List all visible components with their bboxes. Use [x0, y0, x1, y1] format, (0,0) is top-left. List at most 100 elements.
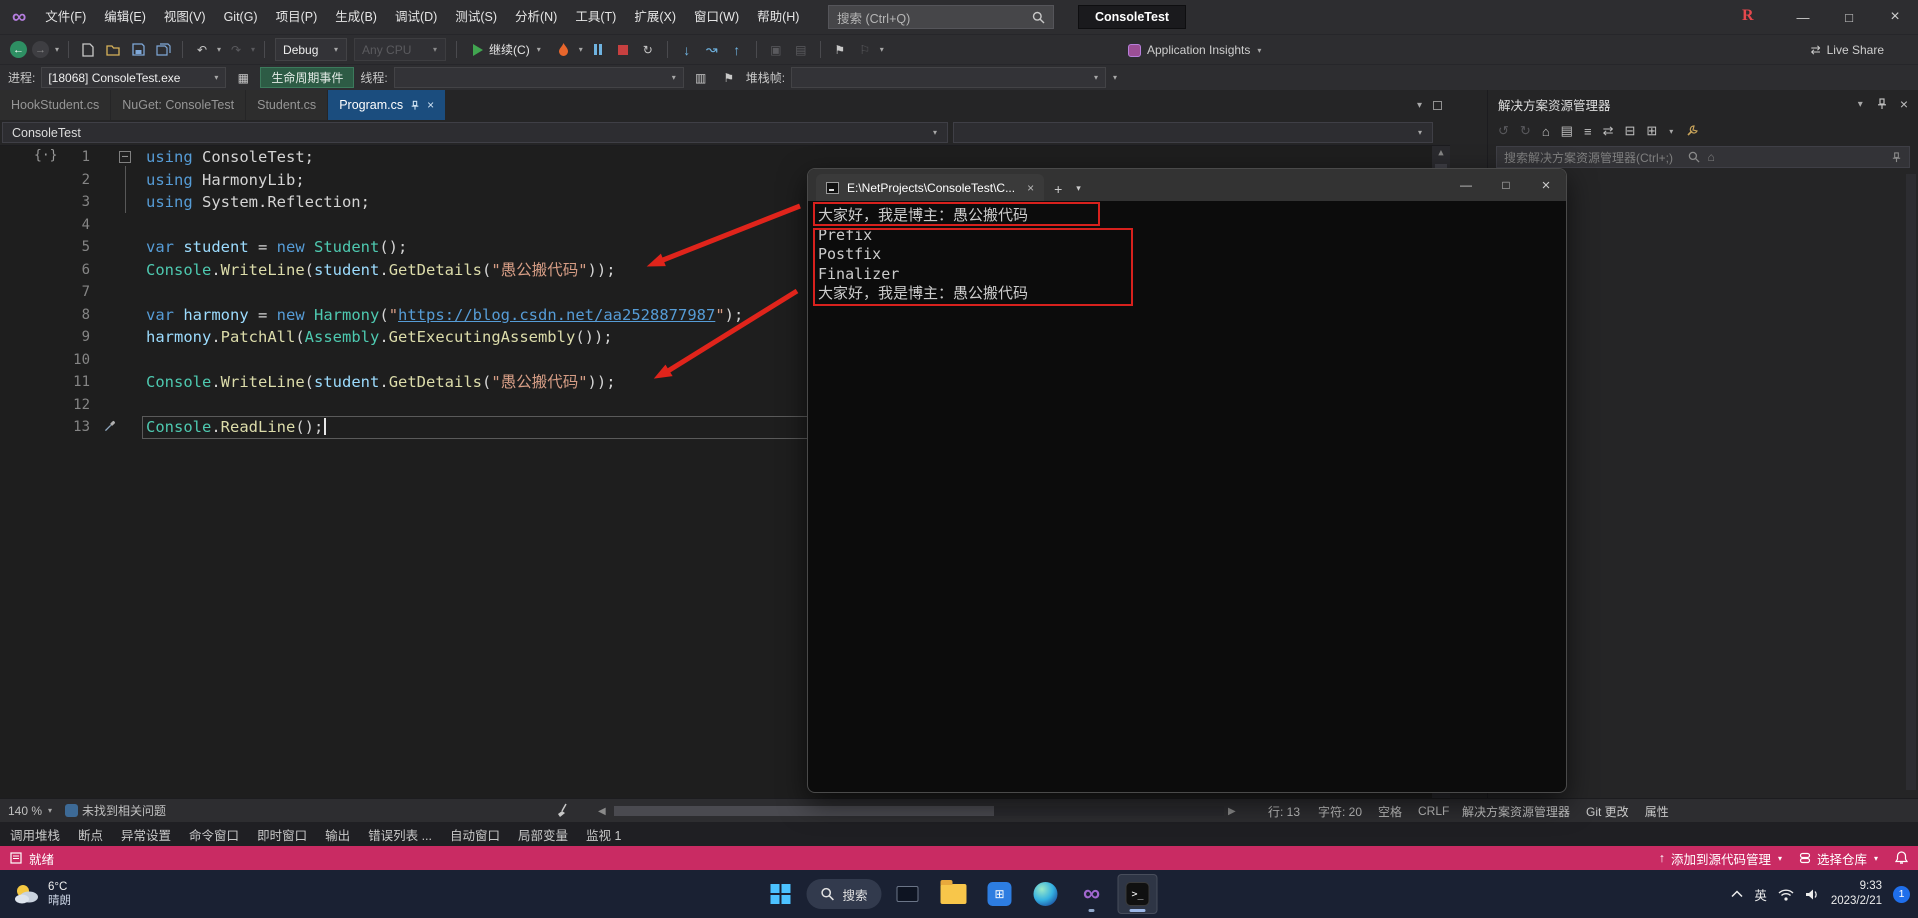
project-dropdown[interactable]: ConsoleTest ▾	[2, 122, 948, 143]
application-insights-button[interactable]: Application Insights ▾	[1128, 35, 1262, 65]
space-indicator[interactable]: 空格	[1378, 799, 1402, 823]
hscroll-right-icon[interactable]: ▶	[1228, 799, 1236, 823]
dock-tab[interactable]: 解决方案资源管理器	[1462, 803, 1570, 820]
tool-window-tab[interactable]: 监视 1	[586, 825, 621, 844]
continue-button[interactable]: 继续(C) ▾	[465, 38, 550, 62]
visual-studio-button[interactable]: ∞	[1072, 874, 1112, 914]
solution-platforms-dropdown[interactable]: Any CPU ▾	[354, 38, 447, 61]
menu-item[interactable]: 帮助(H)	[748, 0, 808, 34]
minimize-button[interactable]: —	[1780, 0, 1826, 34]
menu-item[interactable]: 项目(P)	[267, 0, 327, 34]
clock[interactable]: 9:33 2023/2/21	[1831, 879, 1882, 909]
document-health-icon[interactable]	[65, 804, 79, 817]
network-icon[interactable]	[1778, 888, 1794, 901]
tab-dropdown-icon[interactable]: ▾	[1076, 183, 1081, 194]
se-forward-icon[interactable]: ↻	[1520, 123, 1531, 139]
solution-explorer-search-box[interactable]: 搜索解决方案资源管理器(Ctrl+;) ⌂	[1496, 146, 1910, 168]
resharper-icon[interactable]: R	[1742, 7, 1754, 25]
break-all-icon[interactable]	[587, 38, 609, 62]
eol-indicator[interactable]: CRLF	[1418, 799, 1449, 823]
add-to-source-control-button[interactable]: ↑ 添加到源代码管理 ▾	[1659, 849, 1783, 868]
toolbar-overflow-icon[interactable]: ▾	[1113, 73, 1117, 82]
menu-item[interactable]: 调试(D)	[386, 0, 446, 34]
select-repository-button[interactable]: 选择仓库 ▾	[1799, 849, 1879, 868]
suspend-threads-icon[interactable]: ▥	[690, 66, 712, 90]
dock-tab[interactable]: Git 更改	[1586, 803, 1629, 820]
solution-configurations-dropdown[interactable]: Debug ▾	[275, 38, 348, 61]
stack-frame-dropdown[interactable]: ▾	[791, 67, 1107, 88]
dock-tab[interactable]: 属性	[1645, 803, 1669, 820]
float-window-icon[interactable]	[1433, 100, 1442, 110]
weather-widget[interactable]: 6°C 晴朗	[0, 880, 83, 909]
step-out-icon[interactable]: ↑	[726, 38, 748, 62]
notification-badge[interactable]: 1	[1893, 885, 1910, 903]
file-explorer-button[interactable]	[934, 874, 974, 914]
menu-item[interactable]: Git(G)	[215, 0, 267, 34]
scrollbar-thumb[interactable]	[614, 806, 994, 816]
feedback-icon[interactable]	[10, 852, 22, 864]
document-tab[interactable]: Student.cs	[246, 90, 329, 120]
tool-window-tab[interactable]: 输出	[325, 825, 350, 844]
fold-collapse-icon[interactable]: –	[119, 151, 131, 163]
close-tab-icon[interactable]: ×	[1027, 181, 1034, 195]
step-into-icon[interactable]: ↓	[676, 38, 698, 62]
stop-debugging-icon[interactable]	[612, 38, 634, 62]
line-indicator[interactable]: 行: 13	[1268, 799, 1300, 823]
taskbar-search[interactable]: 搜索	[806, 879, 882, 909]
open-file-icon[interactable]	[102, 38, 124, 62]
menu-item[interactable]: 文件(F)	[36, 0, 95, 34]
console-tab[interactable]: E:\NetProjects\ConsoleTest\C... ×	[816, 174, 1045, 201]
se-back-icon[interactable]: ↺	[1498, 123, 1509, 139]
pin-icon[interactable]	[1876, 98, 1888, 110]
se-overflow-icon[interactable]: ▾	[1669, 127, 1673, 136]
tool-window-tab[interactable]: 自动窗口	[450, 825, 500, 844]
tray-overflow-icon[interactable]	[1731, 890, 1743, 898]
se-home-icon[interactable]: ⌂	[1708, 150, 1884, 164]
menu-item[interactable]: 视图(V)	[155, 0, 215, 34]
terminal-button[interactable]: >_	[1117, 874, 1158, 914]
lifecycle-events-button[interactable]: 生命周期事件	[260, 67, 355, 88]
bookmark-prev-icon[interactable]: ⚐	[854, 38, 876, 62]
save-all-icon[interactable]	[152, 38, 174, 62]
undo-icon[interactable]: ↶	[191, 38, 213, 62]
flag-threads-icon[interactable]: ⚑	[718, 66, 740, 90]
hot-reload-dropdown-icon[interactable]: ▾	[579, 45, 583, 54]
tool-window-tab[interactable]: 异常设置	[121, 825, 171, 844]
zoom-control[interactable]: 140 % ▾	[0, 804, 61, 818]
pin-icon[interactable]	[410, 100, 420, 111]
console-window[interactable]: E:\NetProjects\ConsoleTest\C... × + ▾ — …	[807, 168, 1567, 793]
comment-icon[interactable]: ▤	[790, 38, 812, 62]
ime-indicator[interactable]: 英	[1754, 885, 1767, 904]
new-file-icon[interactable]	[77, 38, 99, 62]
task-view-button[interactable]	[888, 874, 928, 914]
navigate-forward-icon[interactable]: →	[32, 41, 49, 58]
se-pin-icon[interactable]	[1891, 151, 1902, 163]
home-icon[interactable]: ⌂	[1542, 124, 1550, 139]
thread-dropdown[interactable]: ▾	[393, 67, 684, 88]
save-icon[interactable]	[127, 38, 149, 62]
window-position-icon[interactable]: ▾	[1858, 99, 1863, 110]
maximize-button[interactable]: □	[1826, 0, 1872, 34]
document-tab[interactable]: Program.cs ×	[328, 90, 447, 120]
char-indicator[interactable]: 字符: 20	[1318, 799, 1362, 823]
navigate-back-icon[interactable]: ←	[10, 41, 27, 58]
restart-icon[interactable]: ↻	[637, 38, 659, 62]
sync-with-active-document-icon[interactable]: ⇄	[1603, 123, 1614, 139]
edge-button[interactable]	[1026, 874, 1066, 914]
quick-search-box[interactable]: 搜索 (Ctrl+Q)	[828, 5, 1054, 29]
document-tab[interactable]: HookStudent.cs	[0, 90, 112, 120]
step-over-icon[interactable]: ↝	[701, 38, 723, 62]
pending-changes-filter-icon[interactable]: ≡	[1584, 124, 1592, 139]
process-list-icon[interactable]: ▦	[232, 66, 254, 90]
tool-window-tab[interactable]: 局部变量	[518, 825, 568, 844]
tool-window-tab[interactable]: 命令窗口	[189, 825, 239, 844]
bookmark-icon[interactable]: ⚑	[829, 38, 851, 62]
minimize-button[interactable]: —	[1446, 169, 1486, 201]
live-share-button[interactable]: ⇄ Live Share	[1811, 35, 1884, 65]
menu-item[interactable]: 分析(N)	[506, 0, 566, 34]
se-scrollbar[interactable]	[1906, 174, 1916, 790]
undo-dropdown-icon[interactable]: ▾	[217, 45, 221, 54]
close-panel-icon[interactable]: ×	[1900, 96, 1908, 112]
menu-item[interactable]: 测试(S)	[446, 0, 506, 34]
document-tab[interactable]: NuGet: ConsoleTest	[111, 90, 247, 120]
